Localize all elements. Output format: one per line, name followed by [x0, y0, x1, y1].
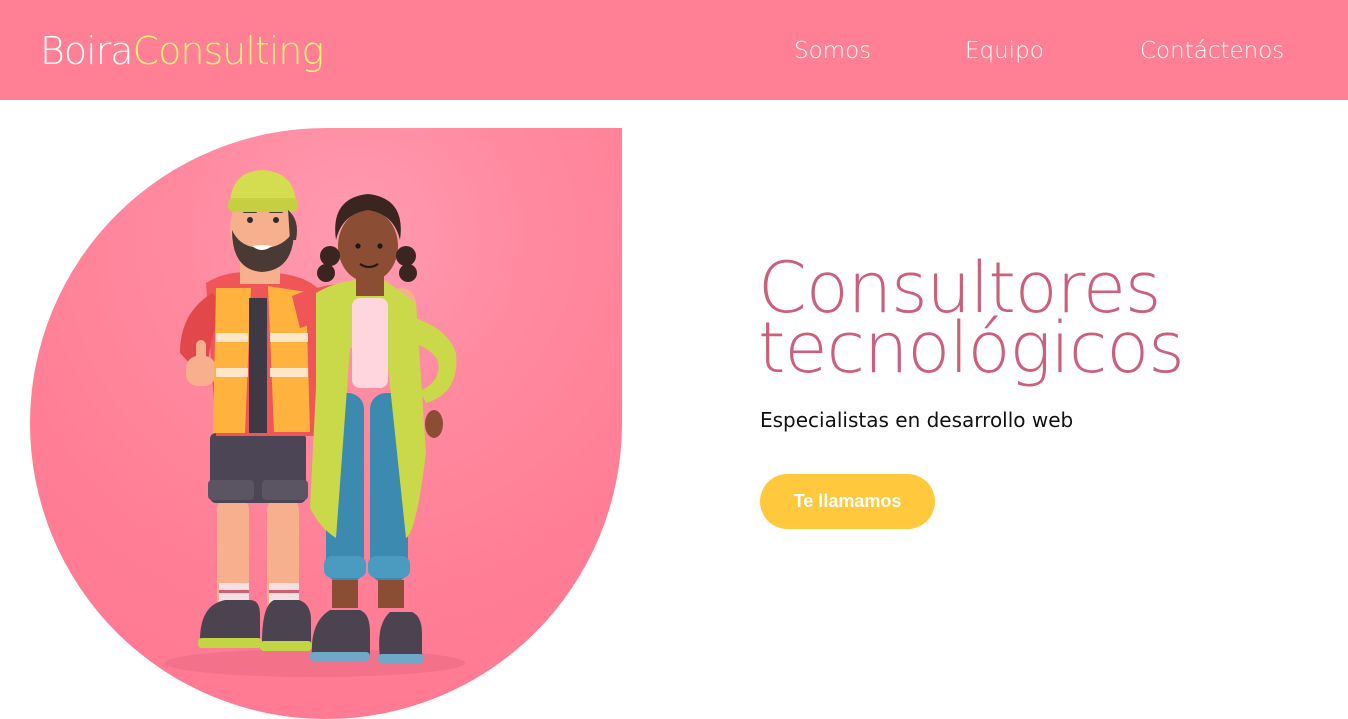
team-illustration: [165, 170, 465, 677]
brand-logo[interactable]: BoiraConsulting: [40, 28, 325, 74]
hero-title: Consultores tecnológicos: [758, 253, 1298, 389]
site-header: BoiraConsulting Somos Equipo Contáctenos: [0, 0, 1348, 100]
hero-subtitle: Especialistas en desarrollo web: [760, 408, 1074, 432]
call-me-button[interactable]: Te llamamos: [760, 474, 935, 529]
hero-image: [30, 128, 622, 719]
nav-link-somos[interactable]: Somos: [794, 36, 871, 66]
hero-title-line-2: tecnológicos: [758, 307, 1185, 389]
nav-link-contactenos[interactable]: Contáctenos: [1140, 36, 1284, 66]
nav-link-equipo[interactable]: Equipo: [965, 36, 1044, 66]
logo-text-primary: Boira: [40, 29, 134, 73]
logo-text-accent: Consulting: [132, 29, 325, 73]
